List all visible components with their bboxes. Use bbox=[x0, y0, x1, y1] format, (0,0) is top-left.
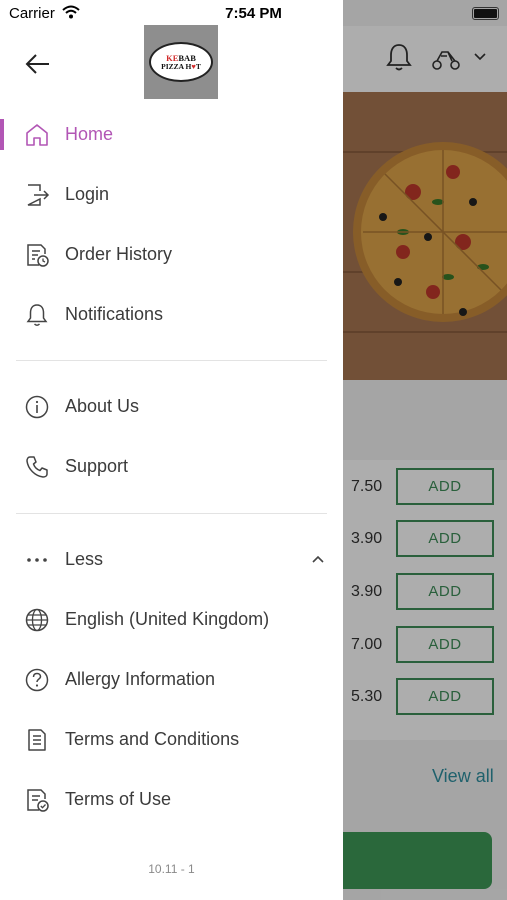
nav-item-less[interactable]: Less bbox=[0, 535, 343, 585]
nav-item-language[interactable]: English (United Kingdom) bbox=[0, 595, 343, 645]
nav-item-terms-and-conditions[interactable]: Terms and Conditions bbox=[0, 715, 343, 765]
navigation-drawer: KEBAB PIZZA H♥T Home Login Order History bbox=[0, 0, 343, 900]
status-bar: Carrier 7:54 PM bbox=[0, 0, 507, 26]
divider bbox=[16, 513, 327, 514]
back-arrow-icon[interactable] bbox=[24, 50, 52, 78]
nav-item-terms-of-use[interactable]: Terms of Use bbox=[0, 775, 343, 825]
nav-item-label: Allergy Information bbox=[65, 669, 216, 689]
bell-icon bbox=[26, 304, 48, 326]
login-icon bbox=[27, 184, 50, 206]
restaurant-logo: KEBAB PIZZA H♥T bbox=[144, 25, 218, 99]
nav-item-order-history[interactable]: Order History bbox=[0, 230, 343, 280]
nav-item-label: English (United Kingdom) bbox=[65, 609, 270, 629]
order-history-icon bbox=[27, 244, 49, 267]
chevron-up-icon[interactable] bbox=[310, 553, 326, 565]
nav-item-label: Notifications bbox=[65, 304, 164, 324]
phone-icon bbox=[26, 456, 48, 478]
logo-text: BAB bbox=[178, 52, 196, 63]
nav-item-label: Terms of Use bbox=[65, 789, 172, 809]
drawer-scrim[interactable] bbox=[343, 0, 507, 900]
nav-item-allergy-information[interactable]: Allergy Information bbox=[0, 655, 343, 705]
nav-item-label: Less bbox=[65, 549, 104, 569]
nav-item-label: Support bbox=[65, 456, 129, 476]
logo-line-1: KEBAB bbox=[166, 52, 196, 63]
nav-item-label: Terms and Conditions bbox=[65, 729, 240, 749]
nav-item-label: About Us bbox=[65, 396, 140, 416]
clock: 7:54 PM bbox=[225, 5, 282, 22]
logo-text: T bbox=[195, 62, 201, 71]
info-icon bbox=[25, 395, 49, 419]
logo-line-2: PIZZA H♥T bbox=[161, 63, 201, 71]
battery-icon bbox=[472, 7, 499, 20]
nav-item-home[interactable]: Home bbox=[0, 110, 343, 160]
document-check-icon bbox=[27, 789, 49, 812]
home-icon bbox=[26, 124, 48, 146]
nav-item-notifications[interactable]: Notifications bbox=[0, 290, 343, 340]
logo-text: KE bbox=[166, 52, 179, 63]
nav-item-login[interactable]: Login bbox=[0, 170, 343, 220]
nav-item-support[interactable]: Support bbox=[0, 442, 343, 492]
globe-icon bbox=[25, 608, 49, 632]
nav-item-about-us[interactable]: About Us bbox=[0, 382, 343, 432]
nav-item-label: Login bbox=[65, 184, 110, 204]
app-version: 10.11 - 1 bbox=[148, 862, 195, 876]
logo-badge: KEBAB PIZZA H♥T bbox=[149, 42, 213, 82]
document-icon bbox=[28, 729, 46, 751]
nav-item-label: Order History bbox=[65, 244, 173, 264]
divider bbox=[16, 360, 327, 361]
logo-text: PIZZA H bbox=[161, 62, 192, 71]
nav-item-label: Home bbox=[65, 124, 114, 144]
more-dots-icon bbox=[27, 558, 47, 562]
question-icon bbox=[25, 668, 49, 692]
